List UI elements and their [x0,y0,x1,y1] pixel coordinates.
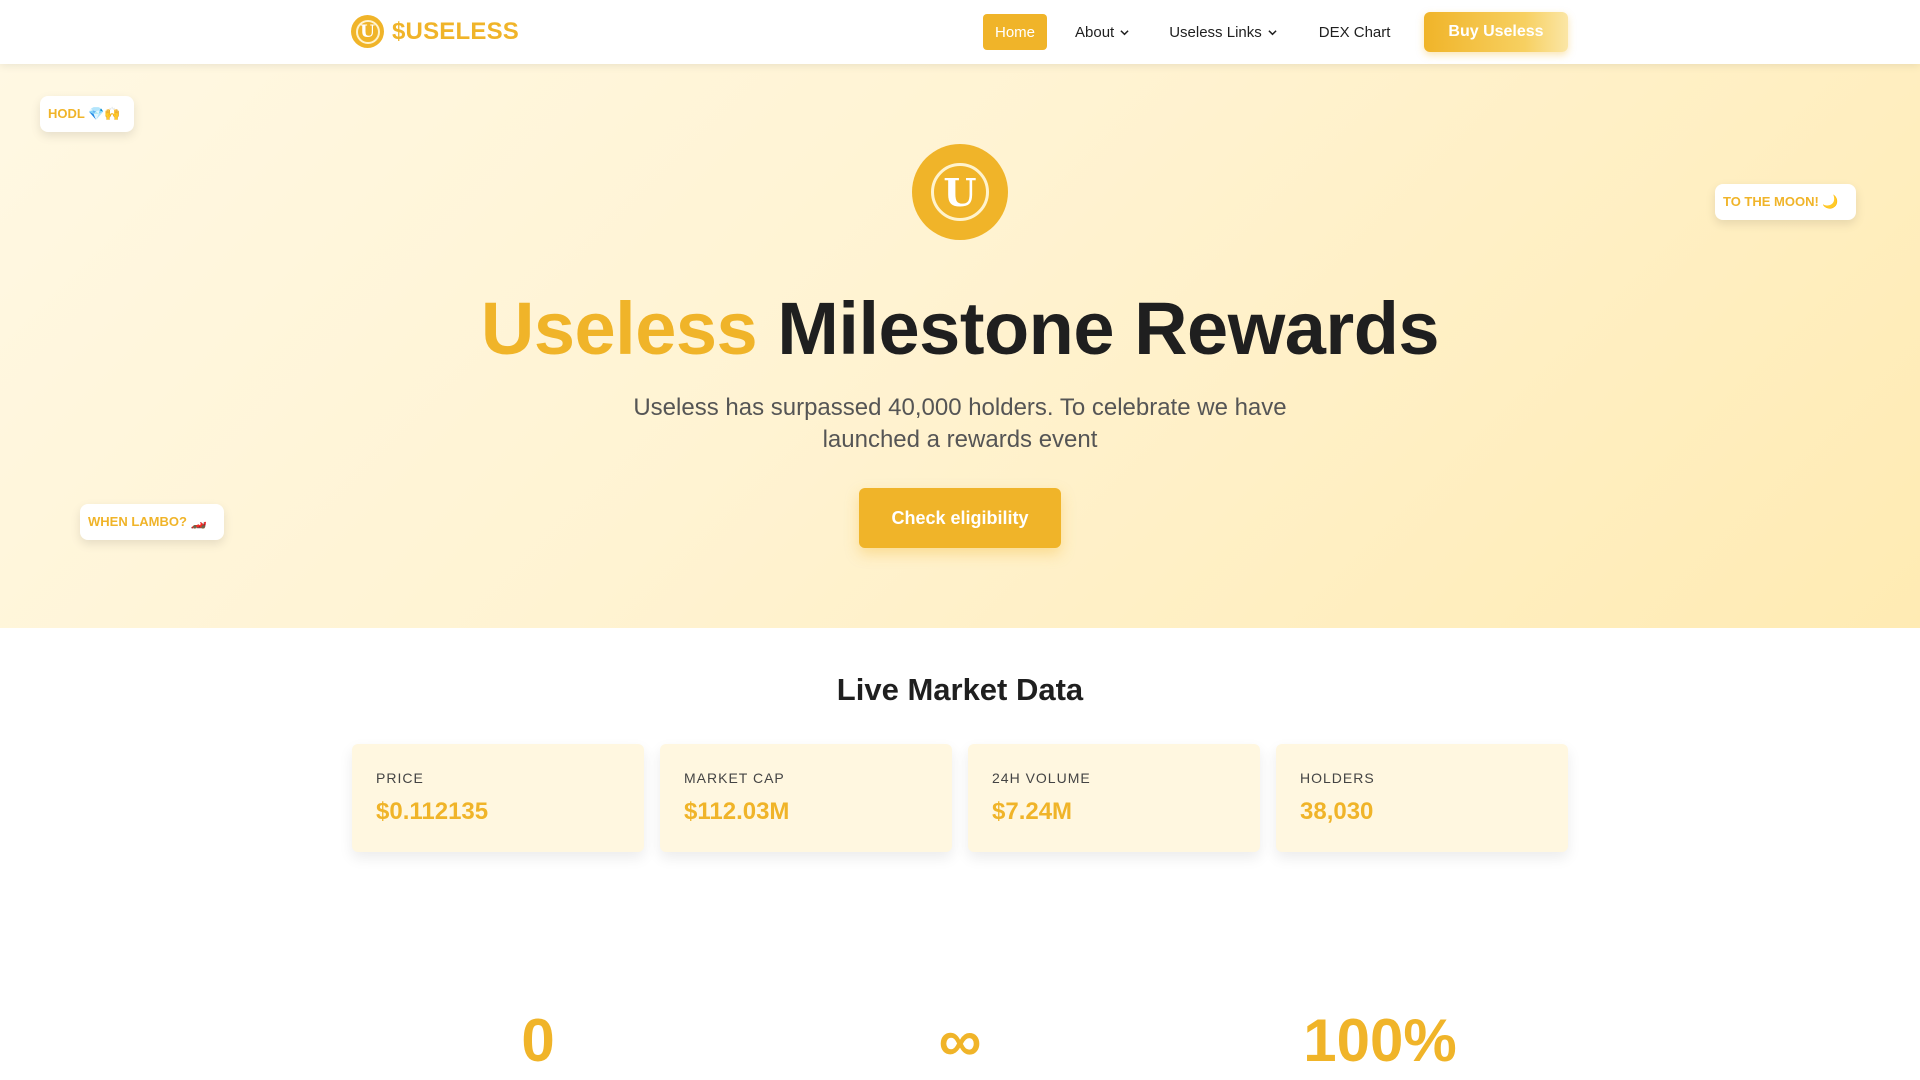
nav-useless-links-label: Useless Links [1169,23,1262,41]
brand-logo-link[interactable]: U $USELESS [351,15,519,48]
card-value: $0.112135 [376,798,489,825]
volume-card: 24H VOLUME $7.24M [968,744,1260,852]
card-value: $112.03M [684,798,790,825]
buy-useless-button[interactable]: Buy Useless [1424,12,1568,52]
coin-logo-letter: U [355,19,380,44]
card-label: 24H VOLUME [992,770,1091,786]
hero-title: Useless Milestone Rewards [0,286,1920,371]
top-navbar: U $USELESS Home About Useless Links DEX … [0,0,1920,64]
hero-title-accent: Useless [480,287,758,370]
hodl-sticker: HODL 💎🙌 [40,96,134,132]
card-label: MARKET CAP [684,770,785,786]
price-card: PRICE $0.112135 [352,744,644,852]
nav-dex-chart-link[interactable]: DEX Chart [1319,24,1391,41]
coin-logo-icon: U [351,15,384,48]
hero-coin-letter: U [931,163,989,221]
stat-hundred-percent: 100% [1303,1007,1457,1074]
stat-zero: 0 [521,1007,555,1074]
card-label: HOLDERS [1300,770,1375,786]
stat-infinity: ∞ [938,1007,982,1074]
hero-title-rest: Milestone Rewards [777,287,1440,370]
card-value: $7.24M [992,798,1073,825]
hero-section: HODL 💎🙌 TO THE MOON! 🌙 WHEN LAMBO? 🏎️ U … [0,64,1920,628]
hero-subtitle: Useless has surpassed 40,000 holders. To… [633,394,1287,453]
market-section-title: Live Market Data [836,672,1084,707]
market-cap-card: MARKET CAP $112.03M [660,744,952,852]
chevron-down-icon [1268,29,1277,35]
nav-links: Home About Useless Links DEX Chart [983,14,1390,50]
lambo-sticker: WHEN LAMBO? 🏎️ [80,504,224,540]
holders-card: HOLDERS 38,030 [1276,744,1568,852]
hero-coin-icon: U [912,144,1008,240]
nav-useless-links-dropdown[interactable]: Useless Links [1169,24,1277,41]
market-cards: PRICE $0.112135 MARKET CAP $112.03M 24H … [352,744,1568,852]
brand-name: $USELESS [392,17,519,45]
card-value: 38,030 [1300,798,1374,825]
nav-about-dropdown[interactable]: About [1075,24,1129,41]
check-eligibility-button[interactable]: Check eligibility [859,488,1061,548]
nav-home-link[interactable]: Home [983,14,1047,50]
moon-sticker: TO THE MOON! 🌙 [1715,184,1856,220]
card-label: PRICE [376,770,424,786]
nav-about-label: About [1075,23,1115,41]
chevron-down-icon [1120,29,1129,35]
